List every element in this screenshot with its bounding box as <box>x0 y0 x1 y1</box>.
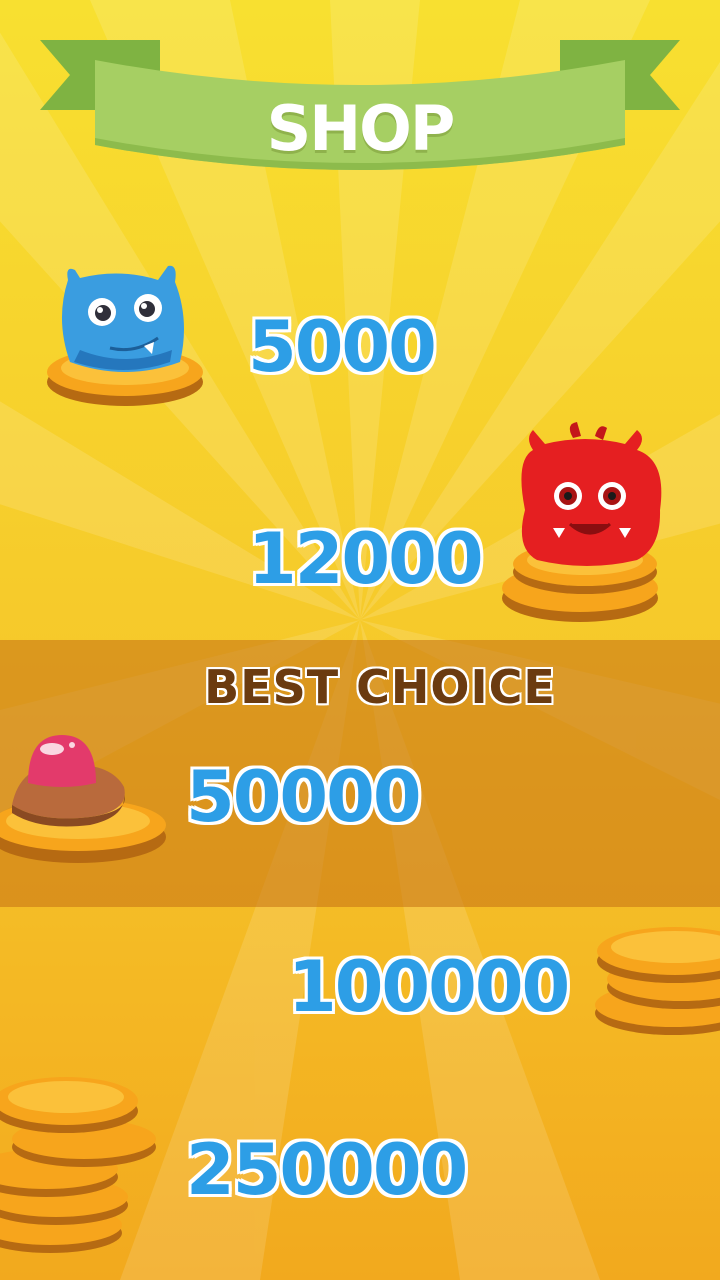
shop-item-coin-stack[interactable]: 100000 <box>280 915 720 1045</box>
price-50000: 50000 <box>185 756 424 838</box>
best-choice-label: BEST CHOICE <box>204 660 556 714</box>
large-coin-stack-icon <box>0 1077 156 1253</box>
blue-monster-on-coin-icon <box>47 265 203 406</box>
shop-item-red-monster[interactable]: 12000 <box>240 420 680 630</box>
price-12000: 12000 <box>247 518 486 600</box>
price-250000: 250000 <box>184 1129 469 1211</box>
price-5000: 5000 <box>247 306 439 388</box>
red-monster-on-coins-icon <box>502 422 662 622</box>
shop-title: SHOP <box>266 92 456 165</box>
shop-item-large-coin-stack[interactable]: 250000 <box>0 1065 480 1255</box>
pink-jelly-on-coin-icon <box>0 735 166 863</box>
shop-item-pink-jelly[interactable]: 50000 <box>0 725 440 865</box>
coin-stack-icon <box>595 927 720 1035</box>
shop-item-blue-monster[interactable]: 5000 <box>40 250 460 420</box>
price-100000: 100000 <box>286 946 571 1028</box>
